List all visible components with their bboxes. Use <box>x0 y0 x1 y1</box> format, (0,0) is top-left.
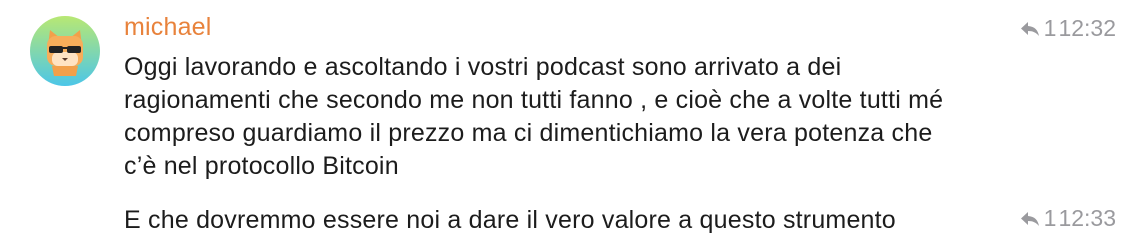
message-text: E che dovremmo essere noi a dare il vero… <box>124 206 896 234</box>
cat-with-sunglasses-icon <box>30 16 100 86</box>
sender-name[interactable]: michael <box>124 13 212 42</box>
reply-count: 1 <box>1043 15 1057 41</box>
reply-arrow-icon[interactable] <box>1018 17 1042 41</box>
reply-count: 1 <box>1043 205 1057 231</box>
message-line: Oggi lavorando e ascoltando i vostri pod… <box>124 53 842 81</box>
message-meta: 1 12:32 <box>1018 15 1116 42</box>
reply-arrow-icon[interactable] <box>1018 207 1042 231</box>
message-time: 12:33 <box>1058 205 1116 231</box>
message-time: 12:32 <box>1058 15 1116 41</box>
message-line: ragionamenti che secondo me non tutti fa… <box>124 86 944 114</box>
message-meta: 1 12:33 <box>1018 205 1116 232</box>
message-text: Oggi lavorando e ascoltando i vostri pod… <box>124 51 1024 183</box>
message-line: c’è nel protocollo Bitcoin <box>124 152 399 180</box>
avatar[interactable] <box>30 16 100 86</box>
message-line: compreso guardiamo il prezzo ma ci dimen… <box>124 119 933 147</box>
